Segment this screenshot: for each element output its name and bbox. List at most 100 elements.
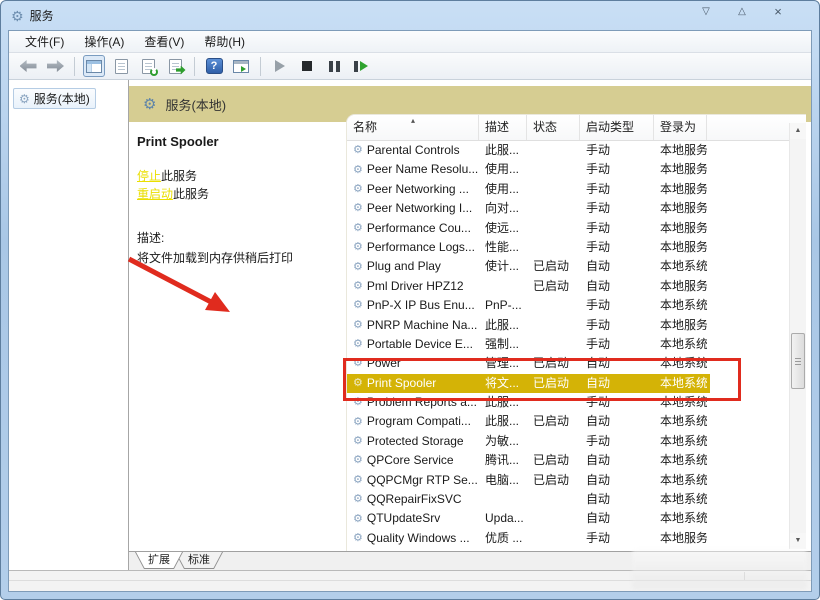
column-header-status[interactable]: 状态 [527,115,580,140]
table-row[interactable]: ⚙Protected Storage 为敏... 手动 本地系统 [347,432,806,451]
table-row[interactable]: ⚙Power 管理... 已启动 自动 本地系统 [347,354,806,373]
column-header-logon-as[interactable]: 登录为 [654,115,707,140]
menu-help[interactable]: 帮助(H) [194,31,255,52]
table-row[interactable]: ⚙QTUpdateSrv Upda... 自动 本地系统 [347,509,806,528]
tree-item-services-local[interactable]: ⚙ 服务(本地) [13,88,96,109]
row-logon-as: 本地服务 [654,180,707,199]
row-startup-type: 手动 [580,432,654,451]
export-list-icon [169,59,182,74]
pause-service-button[interactable] [323,55,345,77]
properties-button[interactable] [110,55,132,77]
scroll-down-button[interactable]: ▼ [790,533,806,549]
start-service-button[interactable] [269,55,291,77]
table-row[interactable]: ⚙Peer Networking I... 向对... 手动 本地服务 [347,199,806,218]
row-status [527,180,580,199]
row-startup-type: 手动 [580,180,654,199]
row-name: Problem Reports a... [367,393,477,412]
close-button[interactable]: × [765,4,791,20]
menu-bar: 文件(F) 操作(A) 查看(V) 帮助(H) [9,31,811,53]
back-arrow-icon [20,60,37,72]
row-logon-as: 本地服务 [654,160,707,179]
row-name: QPCore Service [367,451,454,470]
column-header-startup-type[interactable]: 启动类型 [580,115,654,140]
menu-action[interactable]: 操作(A) [74,31,134,52]
column-header-description[interactable]: 描述 [479,115,527,140]
row-logon-as: 本地服务 [654,219,707,238]
table-row[interactable]: ⚙QQPCMgr RTP Se... 电脑... 已启动 自动 本地系统 [347,471,806,490]
restart-service-icon [354,61,368,72]
scroll-up-button[interactable]: ▲ [790,123,806,139]
row-status [527,296,580,315]
restart-service-link[interactable]: 重启动 [137,187,173,201]
tree-item-label: 服务(本地) [34,90,90,107]
table-row[interactable]: ⚙QQRepairFixSVC 自动 本地系统 [347,490,806,509]
export-list-button[interactable] [164,55,186,77]
table-row[interactable]: ⚙PnP-X IP Bus Enu... PnP-... 手动 本地系统 [347,296,806,315]
row-startup-type: 自动 [580,412,654,431]
stop-service-button[interactable] [296,55,318,77]
tab-standard[interactable]: 标准 [175,552,223,569]
row-description: 腾讯... [479,451,527,470]
stop-service-link[interactable]: 停止 [137,169,161,183]
table-row[interactable]: ⚙Print Spooler 将文... 已启动 自动 本地系统 [347,374,806,393]
show-console-tree-button[interactable] [83,55,105,77]
row-logon-as: 本地服务 [654,199,707,218]
table-row[interactable]: ⚙Performance Cou... 使远... 手动 本地服务 [347,219,806,238]
table-row[interactable]: ⚙Program Compati... 此服... 已启动 自动 本地系统 [347,412,806,431]
forward-button[interactable] [44,55,66,77]
description-text: 将文件加载到内存供稍后打印 [137,250,340,267]
table-row[interactable]: ⚙Performance Logs... 性能... 手动 本地服务 [347,238,806,257]
table-row[interactable]: ⚙Parental Controls 此服... 手动 本地服务 [347,141,806,160]
refresh-button[interactable] [137,55,159,77]
tab-extended[interactable]: 扩展 [135,552,183,569]
titlebar[interactable]: ⚙ 服务 ▽ △ × [1,1,819,30]
row-description [479,490,527,509]
row-name: Print Spooler [367,374,436,393]
row-description: 向对... [479,199,527,218]
table-row[interactable]: ⚙QPCore Service 腾讯... 已启动 自动 本地系统 [347,451,806,470]
sort-ascending-icon: ▴ [411,115,415,133]
table-row[interactable]: ⚙Pml Driver HPZ12 已启动 自动 本地服务 [347,277,806,296]
vertical-scrollbar[interactable]: ▲ ▼ [789,123,806,549]
service-gear-icon: ⚙ [353,145,363,156]
row-description: 使计... [479,257,527,276]
show-action-pane-button[interactable] [230,55,252,77]
row-logon-as: 本地系统 [654,412,707,431]
help-button[interactable]: ? [203,55,225,77]
menu-view[interactable]: 查看(V) [134,31,194,52]
forward-arrow-icon [47,60,64,72]
table-row[interactable]: ⚙Problem Reports a... 此服... 手动 本地系统 [347,393,806,412]
table-row[interactable]: ⚙PNRP Machine Na... 此服... 手动 本地服务 [347,316,806,335]
scrollbar-thumb[interactable] [791,333,805,389]
minimize-button[interactable]: ▽ [693,4,719,20]
table-row[interactable]: ⚙Quality Windows ... 优质 ... 手动 本地服务 [347,529,806,548]
row-description: 此服... [479,393,527,412]
row-description: 性能... [479,238,527,257]
table-row[interactable]: ⚙Peer Name Resolu... 使用... 手动 本地服务 [347,160,806,179]
services-gear-icon: ⚙ [11,9,24,23]
window-title: 服务 [30,7,54,24]
help-icon: ? [206,58,223,74]
service-table-body: ⚙Parental Controls 此服... 手动 本地服务 ⚙Peer N… [347,141,806,551]
back-button[interactable] [17,55,39,77]
maximize-button[interactable]: △ [729,4,755,20]
table-row[interactable]: ⚙Peer Networking ... 使用... 手动 本地服务 [347,180,806,199]
row-description: 强制... [479,335,527,354]
row-status [527,199,580,218]
restart-service-button[interactable] [350,55,372,77]
client-area: 文件(F) 操作(A) 查看(V) 帮助(H) ? [8,30,812,592]
row-description: 此服... [479,316,527,335]
table-row[interactable]: ⚙Plug and Play 使计... 已启动 自动 本地系统 [347,257,806,276]
service-gear-icon: ⚙ [353,242,363,253]
row-logon-as: 本地系统 [654,335,707,354]
column-header-name[interactable]: 名称 ▴ [347,115,479,140]
row-startup-type: 自动 [580,490,654,509]
service-gear-icon: ⚙ [353,397,363,408]
menu-file[interactable]: 文件(F) [15,31,74,52]
table-row[interactable]: ⚙Portable Device E... 强制... 手动 本地系统 [347,335,806,354]
row-name: Performance Logs... [367,238,475,257]
toolbar-separator [194,57,195,76]
row-name: PNRP Machine Na... [367,316,478,335]
row-logon-as: 本地系统 [654,509,707,528]
service-gear-icon: ⚙ [353,300,363,311]
